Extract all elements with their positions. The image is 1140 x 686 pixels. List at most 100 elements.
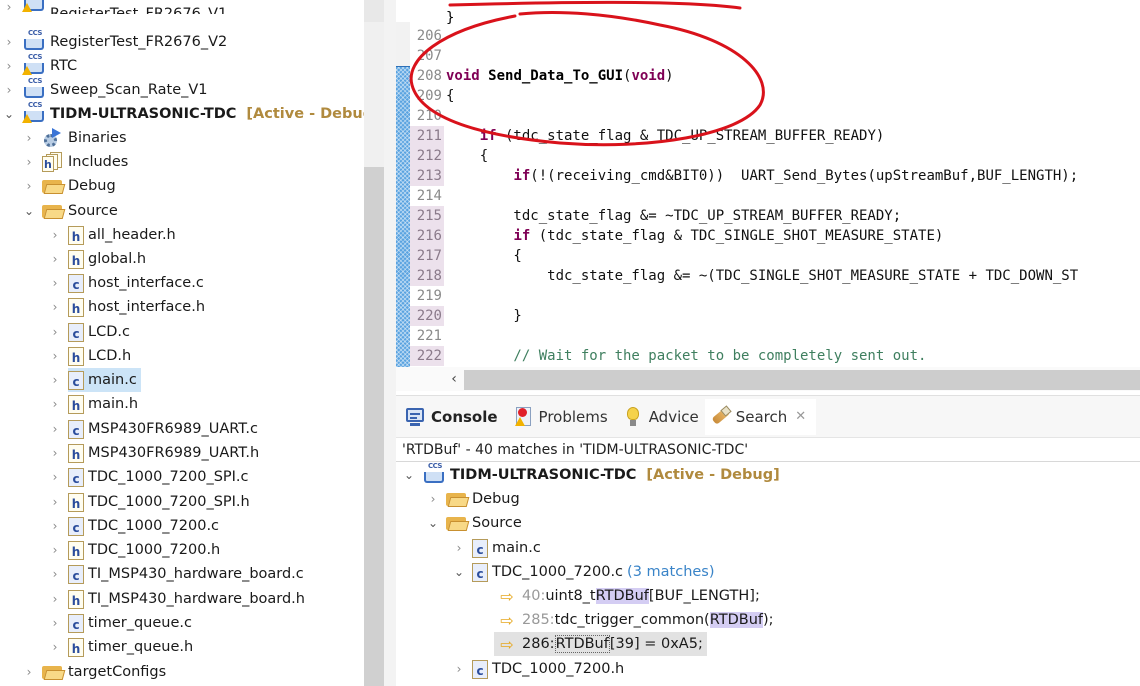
tree-item-file[interactable]: › h MSP430FR6989_UART.h [48,441,259,465]
tree-item-file[interactable]: › h timer_queue.h [48,635,193,659]
chevron-down-icon[interactable]: ⌄ [2,107,16,121]
code-line[interactable]: 222 // Wait for the packet to be complet… [410,346,926,366]
code-line[interactable]: 221 [410,326,446,346]
chevron-right-icon[interactable]: › [2,59,16,73]
code-line[interactable]: 207 [410,46,446,66]
chevron-right-icon[interactable]: › [48,300,62,314]
chevron-right-icon[interactable]: › [48,592,62,606]
result-file-tdc-c[interactable]: ⌄ c TDC_1000_7200.c (3 matches) [452,560,715,584]
explorer-scrollbar-thumb[interactable] [364,167,384,686]
chevron-right-icon[interactable]: › [48,325,62,339]
tree-item-file[interactable]: › h LCD.h [48,344,131,368]
chevron-right-icon[interactable]: › [452,662,466,676]
chevron-right-icon[interactable]: › [48,446,62,460]
tree-item-includes[interactable]: › h Includes [22,150,128,174]
code-line[interactable]: 214 [410,186,446,206]
tree-item-debug-folder[interactable]: › Debug [22,174,116,198]
result-file-tdc-h[interactable]: › c TDC_1000_7200.h [452,657,624,681]
code-line[interactable]: 220 } [410,306,522,326]
code-line[interactable]: 219 [410,286,446,306]
result-folder-debug[interactable]: › Debug [426,487,520,511]
tree-item-file[interactable]: › h global.h [48,247,146,271]
code-line[interactable]: 215 tdc_state_flag &= ~TDC_UP_STREAM_BUF… [410,206,901,226]
chevron-right-icon[interactable]: › [48,397,62,411]
chevron-right-icon[interactable]: › [2,0,16,14]
view-divider[interactable] [384,0,396,686]
code-line[interactable]: 211 if (tdc_state_flag & TDC_UP_STREAM_B… [410,126,884,146]
tab-advice[interactable]: Advice [618,399,703,435]
editor-scrollbar-thumb[interactable] [464,370,1140,390]
editor-horizontal-scrollbar[interactable]: ‹ [396,367,1140,391]
tab-problems[interactable]: Problems [508,399,612,435]
tree-item-file[interactable]: › h main.h [48,392,138,416]
tree-item-file[interactable]: › h TI_MSP430_hardware_board.h [48,587,305,611]
chevron-down-icon[interactable]: ⌄ [22,204,36,218]
chevron-right-icon[interactable]: › [452,541,466,555]
tree-item-tidm-ultrasonic-tdc[interactable]: ⌄ CCS TIDM-ULTRASONIC-TDC [Active - Debu… [2,101,364,126]
code-line[interactable]: 212 { [410,146,488,166]
tree-item-file[interactable]: › h all_header.h [48,223,176,247]
chevron-right-icon[interactable]: › [22,665,36,679]
match-row[interactable]: ⇨ 40: uint8_t RTDBuf [BUF_LENGTH]; [498,584,760,608]
scroll-left-icon[interactable]: ‹ [444,370,464,388]
chevron-down-icon[interactable]: ⌄ [426,516,440,530]
close-tab-icon[interactable]: ✕ [795,409,806,424]
chevron-right-icon[interactable]: › [48,252,62,266]
chevron-right-icon[interactable]: › [2,35,16,49]
tab-console[interactable]: Console [400,399,502,435]
tree-item-file[interactable]: › c MSP430FR6989_UART.c [48,417,258,441]
chevron-right-icon[interactable]: › [48,373,62,387]
explorer-scrollbar[interactable] [364,0,384,686]
chevron-down-icon[interactable]: ⌄ [402,468,416,482]
chevron-right-icon[interactable]: › [48,470,62,484]
tree-item-registertest-v1[interactable]: › RegisterTest_FR2676_V1 [2,0,227,14]
code-line[interactable]: 210 [410,106,446,126]
chevron-right-icon[interactable]: › [426,492,440,506]
tree-item-file[interactable]: › c timer_queue.c [48,611,192,635]
chevron-right-icon[interactable]: › [48,567,62,581]
result-project[interactable]: ⌄ CCS TIDM-ULTRASONIC-TDC [Active - Debu… [402,462,780,487]
result-folder-source[interactable]: ⌄ Source [426,511,522,535]
chevron-right-icon[interactable]: › [48,519,62,533]
chevron-right-icon[interactable]: › [48,495,62,509]
tree-item-source-folder[interactable]: ⌄ Source [22,199,118,223]
chevron-right-icon[interactable]: › [22,155,36,169]
chevron-right-icon[interactable]: › [48,543,62,557]
chevron-right-icon[interactable]: › [22,131,36,145]
tree-item-targetconfigs[interactable]: › targetConfigs [22,660,166,684]
tree-item-file[interactable]: › c TI_MSP430_hardware_board.c [48,562,304,586]
tree-item-binaries[interactable]: › Binaries [22,126,127,150]
tree-item-registertest-v2[interactable]: › CCS RegisterTest_FR2676_V2 [2,29,227,54]
match-row-selected[interactable]: ⇨ 286: RTDBuf [39] = 0xA5; [494,632,707,656]
code-line[interactable]: 213 if(!(receiving_cmd&BIT0)) UART_Send_… [410,166,1078,186]
tree-item-file[interactable]: › c TDC_1000_7200_SPI.c [48,465,249,489]
chevron-right-icon[interactable]: › [48,422,62,436]
tree-item-file[interactable]: › h TDC_1000_7200.h [48,538,220,562]
chevron-right-icon[interactable]: › [48,276,62,290]
code-editor[interactable]: 206 207 208 void Send_Data_To_GUI(void) 209{… [396,10,1140,367]
code-line[interactable]: 218 tdc_state_flag &= ~(TDC_SINGLE_SHOT_… [410,266,1078,286]
match-row[interactable]: ⇨ 285: tdc_trigger_common( RTDBuf ); [498,608,773,632]
chevron-down-icon[interactable]: ⌄ [452,565,466,579]
chevron-right-icon[interactable]: › [48,616,62,630]
code-line[interactable]: 216 if (tdc_state_flag & TDC_SINGLE_SHOT… [410,226,943,246]
chevron-right-icon[interactable]: › [2,83,16,97]
chevron-right-icon[interactable]: › [48,228,62,242]
chevron-right-icon[interactable]: › [22,179,36,193]
chevron-right-icon[interactable]: › [48,640,62,654]
tab-search[interactable]: Search ✕ [704,398,817,435]
code-line[interactable]: 206 [410,26,446,46]
tree-item-file[interactable]: › c TDC_1000_7200.c [48,514,219,538]
result-file-main-c[interactable]: › c main.c [452,536,541,560]
tree-item-sweep-scan-rate[interactable]: › CCS Sweep_Scan_Rate_V1 [2,77,208,102]
code-line[interactable]: 217 { [410,246,522,266]
tree-item-rtc[interactable]: › CCS RTC [2,53,77,78]
tree-item-file[interactable]: › c host_interface.c [48,271,204,295]
chevron-right-icon[interactable]: › [48,349,62,363]
code-line[interactable]: 209{ [410,86,455,106]
code-line[interactable]: 208 void Send_Data_To_GUI(void) [410,66,674,86]
tree-item-file[interactable]: › h TDC_1000_7200_SPI.h [48,490,250,514]
tree-item-file-selected[interactable]: › c main.c [48,368,141,392]
tree-item-file[interactable]: › h host_interface.h [48,295,205,319]
tree-item-file[interactable]: › c LCD.c [48,320,130,344]
